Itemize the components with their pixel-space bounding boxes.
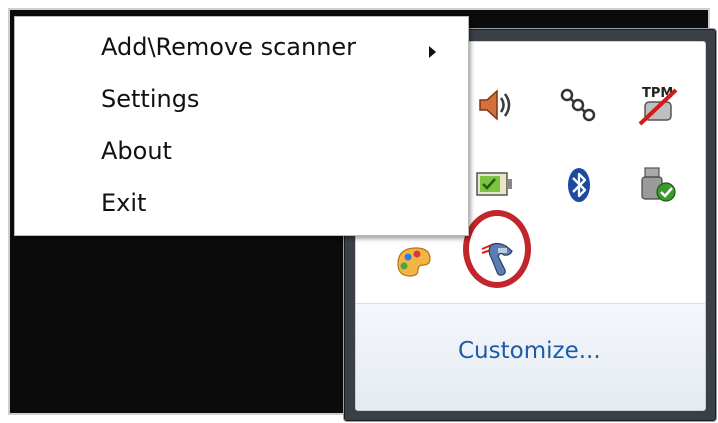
safely-remove-hardware-icon[interactable] bbox=[636, 162, 682, 208]
menu-item-label: About bbox=[101, 137, 172, 165]
menu-item-exit[interactable]: Exit bbox=[16, 178, 467, 228]
customize-link[interactable]: Customize... bbox=[458, 338, 601, 364]
menu-item-about[interactable]: About bbox=[16, 126, 467, 176]
menu-item-add-remove-scanner[interactable]: Add\Remove scanner bbox=[16, 22, 467, 72]
submenu-arrow-icon bbox=[429, 46, 436, 58]
menu-item-label: Add\Remove scanner bbox=[101, 33, 357, 61]
battery-meter-icon[interactable] bbox=[471, 162, 517, 208]
speaker-volume-icon[interactable] bbox=[471, 82, 517, 128]
bluetooth-icon[interactable] bbox=[556, 162, 602, 208]
tray-footer: Customize... bbox=[356, 303, 705, 410]
context-menu: Add\Remove scanner Settings About Exit bbox=[14, 16, 469, 236]
network-connections-icon[interactable] bbox=[556, 82, 602, 128]
scanner-icon-highlight-ring bbox=[463, 210, 531, 288]
tpm-disabled-icon[interactable]: TPM bbox=[636, 82, 682, 128]
menu-item-label: Exit bbox=[101, 189, 147, 217]
paint-palette-icon[interactable] bbox=[391, 237, 437, 283]
menu-item-label: Settings bbox=[101, 85, 200, 113]
menu-item-settings[interactable]: Settings bbox=[16, 74, 467, 124]
